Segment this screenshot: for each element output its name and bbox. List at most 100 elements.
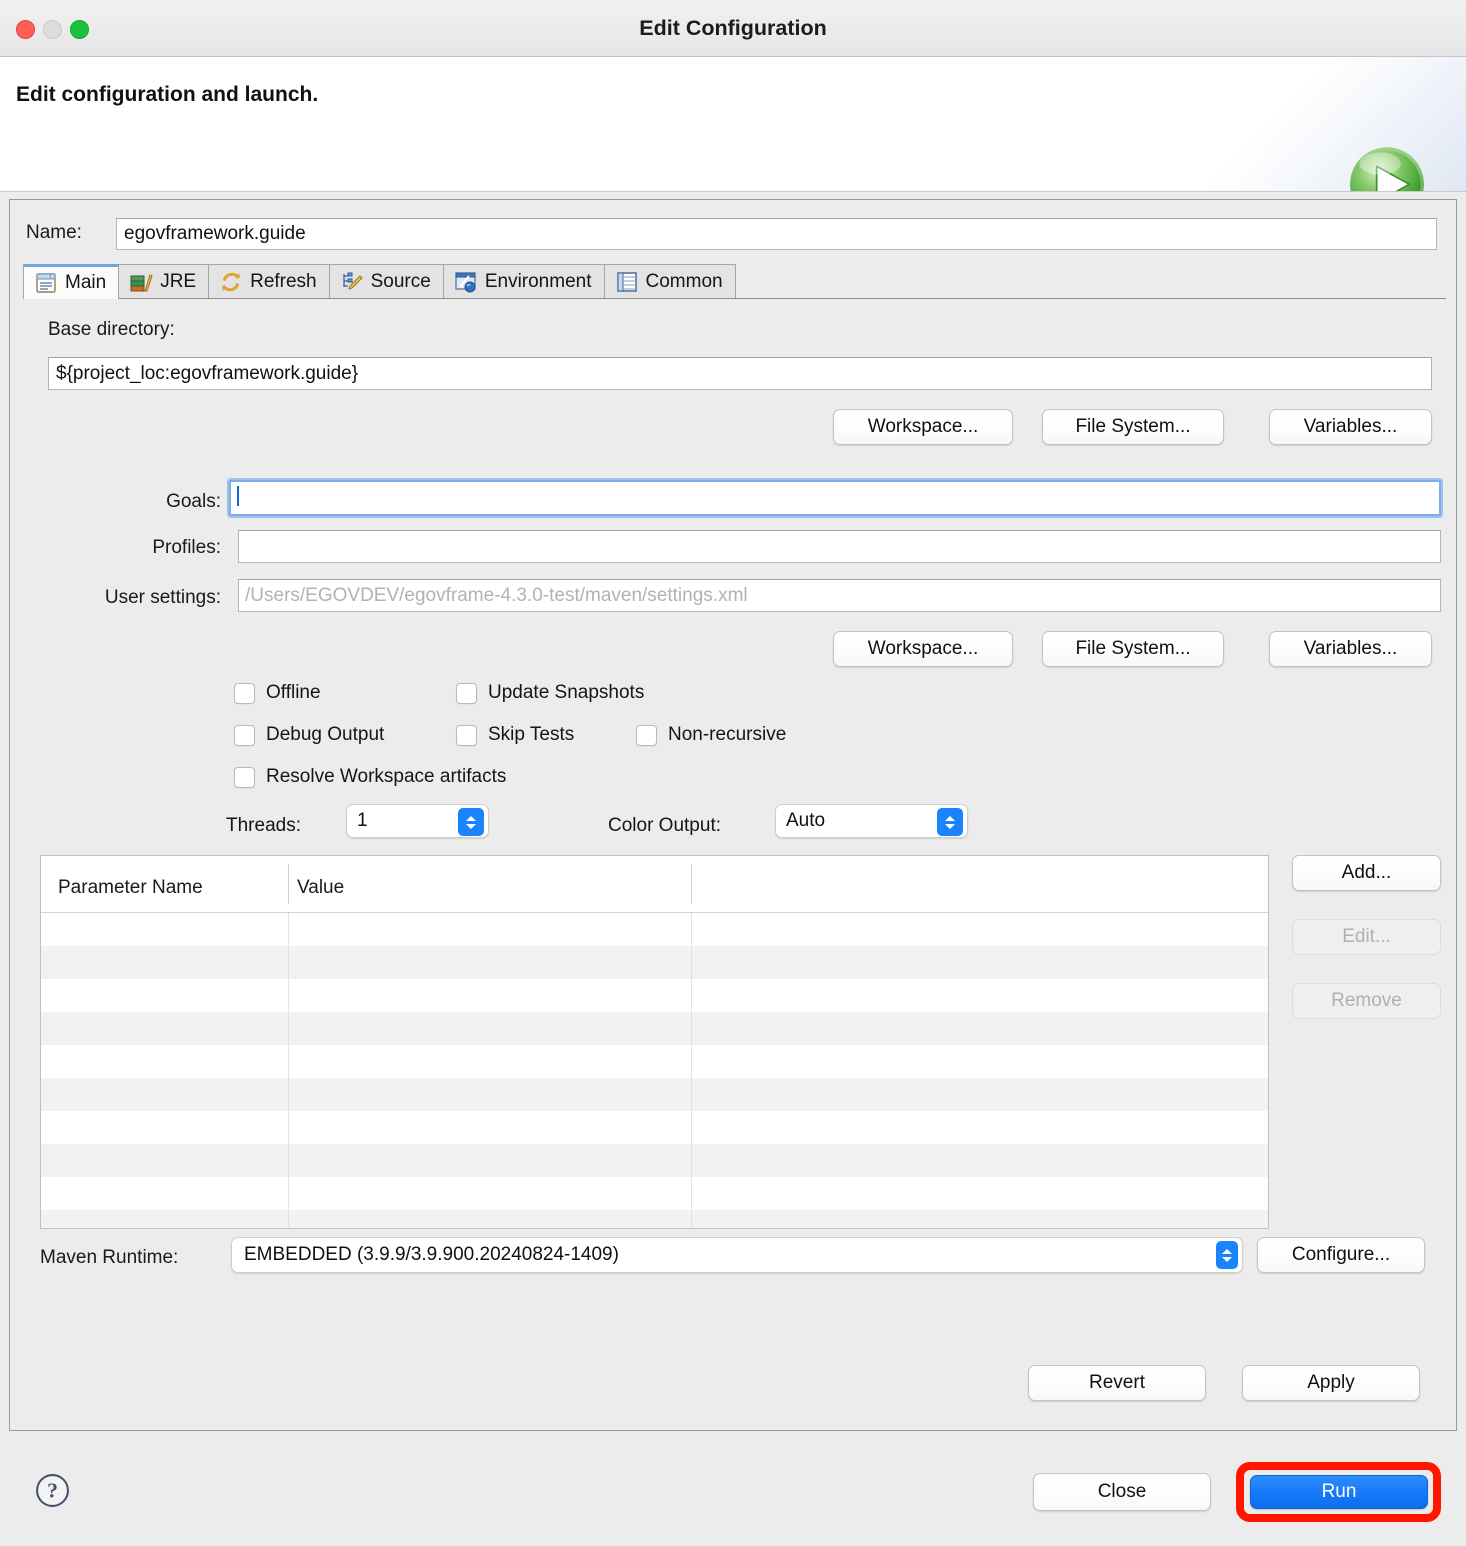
- column-divider[interactable]: [288, 864, 289, 904]
- tab-environment[interactable]: Environment: [444, 264, 605, 298]
- threads-stepper[interactable]: 1: [346, 804, 489, 838]
- profiles-input[interactable]: [238, 530, 1441, 563]
- checkbox-box: [234, 725, 255, 746]
- skip-tests-checkbox[interactable]: Skip Tests: [456, 724, 574, 746]
- svg-text:?: ?: [47, 1479, 58, 1503]
- jre-books-icon: [129, 270, 153, 294]
- column-divider[interactable]: [691, 864, 692, 904]
- tab-common[interactable]: Common: [605, 264, 736, 298]
- edit-button: Edit...: [1292, 919, 1441, 955]
- table-row[interactable]: [41, 1144, 1268, 1177]
- run-button[interactable]: Run: [1250, 1475, 1428, 1509]
- table-row[interactable]: [41, 913, 1268, 946]
- table-row[interactable]: [41, 1111, 1268, 1144]
- tab-jre[interactable]: JRE: [119, 264, 209, 298]
- table-row[interactable]: [41, 979, 1268, 1012]
- table-row[interactable]: [41, 946, 1268, 979]
- goals-label: Goals:: [53, 491, 221, 513]
- tab-main[interactable]: Main: [23, 264, 119, 299]
- banner-heading: Edit configuration and launch.: [16, 83, 318, 107]
- add-button[interactable]: Add...: [1292, 855, 1441, 891]
- tab-bar: Main JRE Refresh: [23, 264, 1446, 299]
- checkbox-box: [456, 683, 477, 704]
- tab-source-label: Source: [371, 271, 431, 293]
- checkbox-box: [636, 725, 657, 746]
- offline-checkbox-label: Offline: [266, 682, 321, 704]
- base-directory-label: Base directory:: [48, 319, 175, 341]
- help-question-icon[interactable]: ?: [35, 1473, 70, 1508]
- goals-input[interactable]: [229, 480, 1441, 516]
- color-output-label: Color Output:: [608, 815, 721, 837]
- cell-divider: [691, 979, 692, 1012]
- cell-divider: [288, 1045, 289, 1078]
- text-caret: [237, 486, 239, 506]
- workspace-button-1[interactable]: Workspace...: [833, 409, 1013, 445]
- variables-button-1[interactable]: Variables...: [1269, 409, 1432, 445]
- cell-divider: [691, 1012, 692, 1045]
- column-header-parameter-name[interactable]: Parameter Name: [58, 877, 203, 899]
- resolve-workspace-artifacts-checkbox-label: Resolve Workspace artifacts: [266, 766, 506, 788]
- non-recursive-checkbox[interactable]: Non-recursive: [636, 724, 786, 746]
- table-row[interactable]: [41, 1078, 1268, 1111]
- title-bar: Edit Configuration: [0, 0, 1466, 57]
- name-label: Name:: [26, 222, 82, 244]
- table-row[interactable]: [41, 1012, 1268, 1045]
- configure-button[interactable]: Configure...: [1257, 1237, 1425, 1273]
- user-settings-input[interactable]: /Users/EGOVDEV/egovframe-4.3.0-test/mave…: [238, 579, 1441, 612]
- workspace-button-2[interactable]: Workspace...: [833, 631, 1013, 667]
- update-snapshots-checkbox[interactable]: Update Snapshots: [456, 682, 644, 704]
- apply-button[interactable]: Apply: [1242, 1365, 1420, 1401]
- cell-divider: [288, 1078, 289, 1111]
- parameters-table[interactable]: Parameter Name Value: [40, 855, 1269, 1229]
- name-input[interactable]: egovframework.guide: [116, 218, 1437, 250]
- tab-refresh[interactable]: Refresh: [209, 264, 330, 298]
- cell-divider: [691, 1144, 692, 1177]
- close-button[interactable]: Close: [1033, 1473, 1211, 1511]
- tab-environment-label: Environment: [485, 271, 592, 293]
- color-output-value: Auto: [786, 810, 825, 832]
- maven-runtime-value: EMBEDDED (3.9.9/3.9.900.20240824-1409): [244, 1244, 619, 1266]
- tab-jre-label: JRE: [160, 271, 196, 293]
- select-arrows-icon[interactable]: [937, 808, 963, 836]
- stepper-arrows-icon[interactable]: [458, 808, 484, 836]
- cell-divider: [288, 946, 289, 979]
- file-system-button-1[interactable]: File System...: [1042, 409, 1224, 445]
- dialog-banner: Edit configuration and launch.: [0, 57, 1466, 192]
- debug-output-checkbox-label: Debug Output: [266, 724, 384, 746]
- checkbox-box: [234, 767, 255, 788]
- refresh-arrows-icon: [219, 270, 243, 294]
- cell-divider: [691, 1078, 692, 1111]
- cell-divider: [288, 1210, 289, 1229]
- cell-divider: [288, 979, 289, 1012]
- file-system-button-2[interactable]: File System...: [1042, 631, 1224, 667]
- source-pencil-icon: [340, 270, 364, 294]
- non-recursive-checkbox-label: Non-recursive: [668, 724, 786, 746]
- user-settings-label: User settings:: [53, 587, 221, 609]
- maven-runtime-label: Maven Runtime:: [40, 1247, 178, 1269]
- threads-label: Threads:: [226, 815, 301, 837]
- chevron-up-icon: [466, 816, 476, 821]
- offline-checkbox[interactable]: Offline: [234, 682, 321, 704]
- tab-common-label: Common: [646, 271, 723, 293]
- skip-tests-checkbox-label: Skip Tests: [488, 724, 574, 746]
- revert-button[interactable]: Revert: [1028, 1365, 1206, 1401]
- variables-button-2[interactable]: Variables...: [1269, 631, 1432, 667]
- maven-runtime-select[interactable]: EMBEDDED (3.9.9/3.9.900.20240824-1409): [231, 1237, 1243, 1273]
- checkbox-box: [234, 683, 255, 704]
- tab-source[interactable]: Source: [330, 264, 444, 298]
- table-row[interactable]: [41, 1177, 1268, 1210]
- select-arrows-icon[interactable]: [1216, 1241, 1238, 1269]
- cell-divider: [691, 913, 692, 946]
- color-output-select[interactable]: Auto: [775, 804, 968, 838]
- main-document-icon: [34, 271, 58, 295]
- cell-divider: [691, 1111, 692, 1144]
- table-row[interactable]: [41, 1045, 1268, 1078]
- cell-divider: [691, 946, 692, 979]
- table-row[interactable]: [41, 1210, 1268, 1229]
- name-row: Name: egovframework.guide: [10, 218, 1456, 250]
- resolve-workspace-artifacts-checkbox[interactable]: Resolve Workspace artifacts: [234, 766, 506, 788]
- debug-output-checkbox[interactable]: Debug Output: [234, 724, 384, 746]
- cell-divider: [691, 1045, 692, 1078]
- column-header-value[interactable]: Value: [297, 877, 344, 899]
- base-directory-input[interactable]: ${project_loc:egovframework.guide}: [48, 357, 1432, 390]
